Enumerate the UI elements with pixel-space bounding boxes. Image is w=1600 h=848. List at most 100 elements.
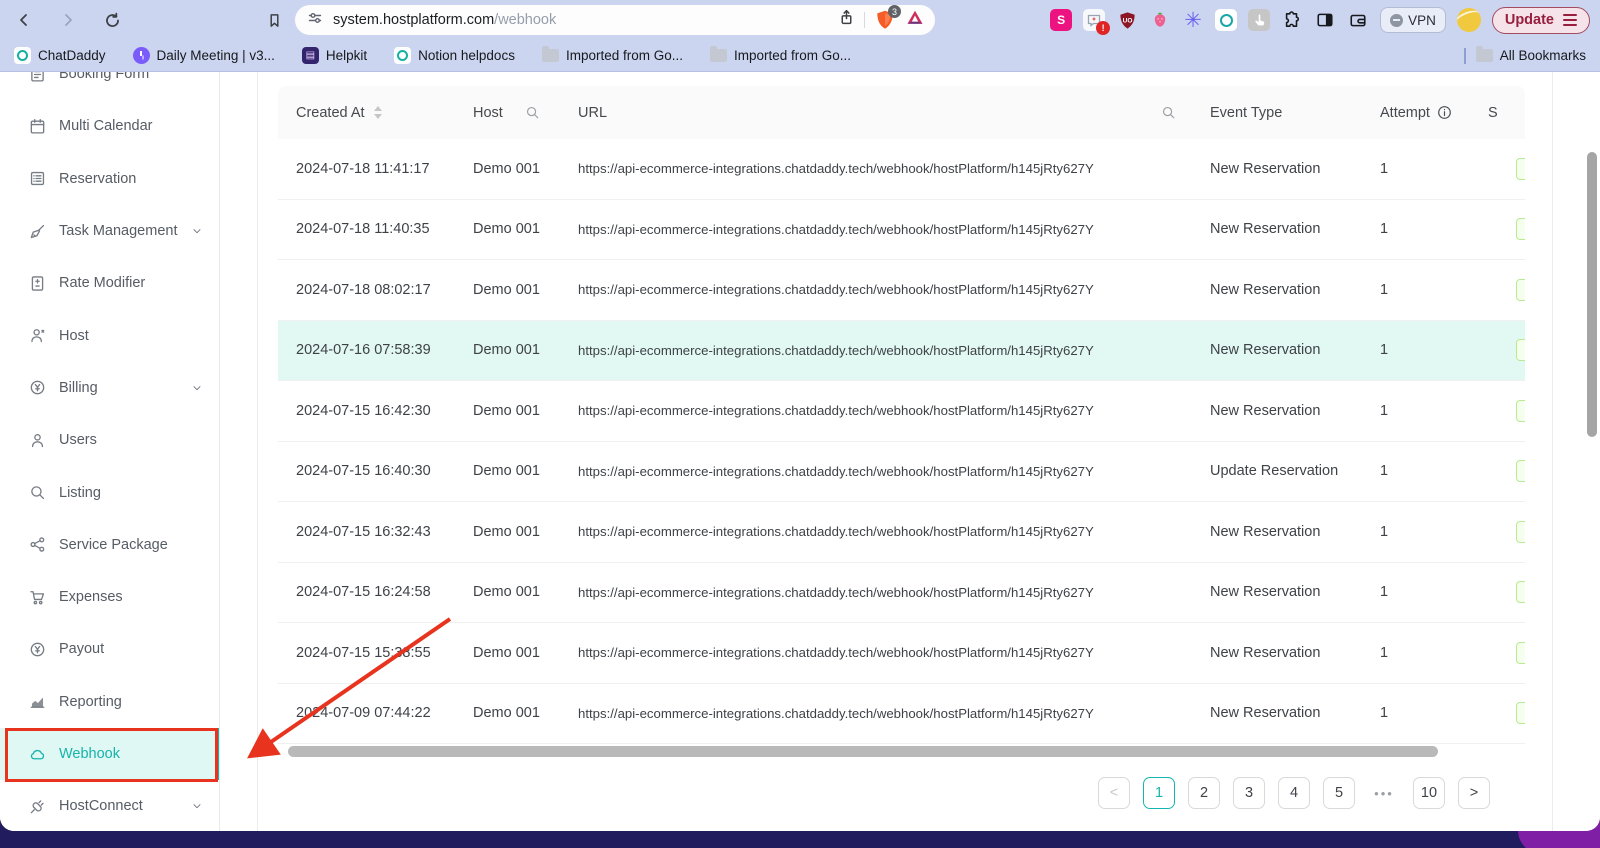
brave-shield-icon[interactable]: 3 (874, 9, 896, 31)
horizontal-scrollbar[interactable] (288, 746, 1438, 757)
share-icon[interactable] (838, 9, 855, 31)
cell-event-type: New Reservation (1192, 645, 1362, 661)
calendar-icon (29, 118, 46, 135)
pagination-page-2[interactable]: 2 (1188, 777, 1220, 809)
magnifier-icon (29, 484, 46, 501)
cell-attempt: 1 (1362, 584, 1470, 600)
info-icon[interactable] (1437, 105, 1452, 120)
reload-button[interactable] (100, 8, 124, 32)
table-row[interactable]: 2024-07-15 16:32:43Demo 001https://api-e… (278, 502, 1525, 563)
table-row[interactable]: 2024-07-15 16:24:58Demo 001https://api-e… (278, 563, 1525, 624)
bookmark-item[interactable]: ChatDaddy (14, 47, 106, 64)
table-row[interactable]: 2024-07-18 08:02:17Demo 001https://api-e… (278, 260, 1525, 321)
ublock-shield-extension-icon[interactable]: UO (1116, 9, 1138, 31)
cell-attempt: 1 (1362, 342, 1470, 358)
purple-burst-extension-icon[interactable]: ✳ (1182, 9, 1204, 31)
bookmark-item[interactable]: ▤Helpkit (302, 47, 367, 64)
vpn-button[interactable]: VPN (1380, 7, 1446, 33)
back-button[interactable] (12, 8, 36, 32)
table-row[interactable]: 2024-07-18 11:40:35Demo 001https://api-e… (278, 200, 1525, 261)
search-icon[interactable] (525, 105, 540, 120)
cell-attempt: 1 (1362, 705, 1470, 721)
sidebar-item-rate-modifier[interactable]: Rate Modifier (0, 257, 219, 309)
sidebar-item-hostconnect[interactable]: HostConnect (0, 780, 219, 831)
gray-hand-extension-icon[interactable] (1248, 9, 1270, 31)
cart-icon (29, 589, 46, 606)
sidebar-toggle-button[interactable] (1314, 9, 1336, 31)
sidebar-item-payout[interactable]: Payout (0, 623, 219, 675)
sidebar-item-reporting[interactable]: Reporting (0, 676, 219, 728)
address-bar[interactable]: system.hostplatform.com/webhook 3 (295, 5, 935, 35)
sidebar-item-reservation[interactable]: Reservation (0, 153, 219, 205)
sidebar-item-webhook[interactable]: Webhook (0, 728, 219, 780)
bookmark-label: ChatDaddy (38, 48, 106, 63)
cell-created-at: 2024-07-18 11:40:35 (278, 221, 455, 237)
table-row[interactable]: 2024-07-15 16:40:30Demo 001https://api-e… (278, 442, 1525, 503)
table-row[interactable]: 2024-07-15 15:38:55Demo 001https://api-e… (278, 623, 1525, 684)
forward-button[interactable] (56, 8, 80, 32)
status-badge (1516, 339, 1525, 361)
update-button[interactable]: Update (1492, 7, 1590, 34)
bookmark-item[interactable]: Imported from Go... (542, 48, 683, 63)
sidebar-item-expenses[interactable]: Expenses (0, 571, 219, 623)
search-icon[interactable] (1161, 105, 1176, 120)
column-header-created-at[interactable]: Created At (278, 105, 455, 121)
pagination-ellipsis[interactable]: ••• (1368, 786, 1400, 801)
table-row[interactable]: 2024-07-15 16:42:30Demo 001https://api-e… (278, 381, 1525, 442)
list-icon (29, 170, 46, 187)
pagination-page-10[interactable]: 10 (1413, 777, 1445, 809)
sort-icon[interactable] (374, 106, 382, 119)
extensions-puzzle-button[interactable] (1281, 9, 1303, 31)
sidebar-item-label: Listing (59, 485, 203, 501)
folder-icon (542, 49, 559, 62)
cell-attempt: 1 (1362, 403, 1470, 419)
pagination-prev-button[interactable]: < (1098, 777, 1130, 809)
sidebar-item-service-package[interactable]: Service Package (0, 519, 219, 571)
cell-attempt: 1 (1362, 161, 1470, 177)
extension-badge: ! (1096, 21, 1110, 35)
status-badge (1516, 702, 1525, 724)
cell-attempt: 1 (1362, 524, 1470, 540)
cell-url: https://api-ecommerce-integrations.chatd… (560, 645, 1192, 660)
pagination-next-button[interactable]: > (1458, 777, 1490, 809)
pagination-page-1[interactable]: 1 (1143, 777, 1175, 809)
url-text[interactable]: system.hostplatform.com/webhook (333, 12, 838, 28)
sidebar-item-host[interactable]: Host (0, 309, 219, 361)
column-header-attempt: Attempt (1362, 105, 1470, 121)
teal-circle-extension-icon[interactable] (1215, 9, 1237, 31)
cell-event-type: New Reservation (1192, 705, 1362, 721)
cell-status (1470, 521, 1525, 543)
bookmark-label: Imported from Go... (734, 48, 851, 63)
chat-alert-extension-icon[interactable]: ! (1083, 9, 1105, 31)
pagination-page-3[interactable]: 3 (1233, 777, 1265, 809)
pink-s-extension-icon[interactable]: S (1050, 9, 1072, 31)
sidebar-item-users[interactable]: Users (0, 414, 219, 466)
table-row[interactable]: 2024-07-09 07:44:22Demo 001https://api-e… (278, 684, 1525, 745)
sidebar-item-task-management[interactable]: Task Management (0, 205, 219, 257)
bookmark-item[interactable]: Imported from Go... (710, 48, 851, 63)
cell-created-at: 2024-07-15 16:40:30 (278, 463, 455, 479)
folder-icon (710, 49, 727, 62)
sidebar-item-billing[interactable]: Billing (0, 362, 219, 414)
sidebar-item-listing[interactable]: Listing (0, 466, 219, 518)
vertical-scrollbar[interactable] (1587, 152, 1597, 437)
all-bookmarks-button[interactable]: All Bookmarks (1476, 48, 1586, 63)
wallet-button[interactable] (1347, 9, 1369, 31)
sidebar-item-booking-form[interactable]: Booking Form (0, 72, 219, 100)
table-row[interactable]: 2024-07-16 07:58:39Demo 001https://api-e… (278, 321, 1525, 382)
cell-url: https://api-ecommerce-integrations.chatd… (560, 585, 1192, 600)
bookmark-label: Imported from Go... (566, 48, 683, 63)
bookmark-item[interactable]: Notion helpdocs (394, 47, 515, 64)
pagination-page-5[interactable]: 5 (1323, 777, 1355, 809)
sidebar-item-multi-calendar[interactable]: Multi Calendar (0, 100, 219, 152)
reading-list-icon[interactable] (262, 8, 286, 32)
bookmark-label: Helpkit (326, 48, 367, 63)
profile-avatar[interactable] (1457, 8, 1481, 32)
site-settings-icon[interactable] (307, 10, 323, 31)
bookmark-item[interactable]: Daily Meeting | v3... (133, 47, 275, 64)
brave-rewards-icon[interactable] (905, 8, 925, 33)
vpn-status-icon (1390, 14, 1403, 27)
pagination-page-4[interactable]: 4 (1278, 777, 1310, 809)
table-row[interactable]: 2024-07-18 11:41:17Demo 001https://api-e… (278, 139, 1525, 200)
strawberry-extension-icon[interactable] (1149, 9, 1171, 31)
